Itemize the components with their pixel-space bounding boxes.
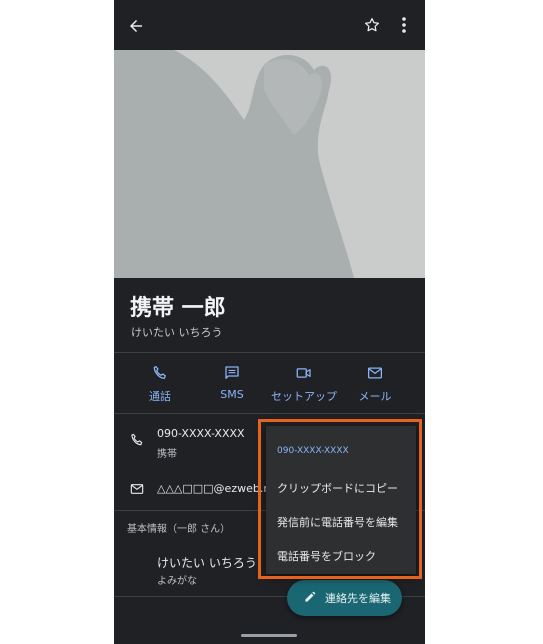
top-app-bar xyxy=(114,0,425,50)
call-action-label: 通話 xyxy=(149,390,171,403)
call-action-button[interactable]: 通話 xyxy=(120,364,200,404)
mail-icon xyxy=(126,478,148,500)
basic-info-label: よみがな xyxy=(157,576,197,587)
menu-item-number[interactable]: 090-XXXX-XXXX xyxy=(277,446,349,456)
phone-icon xyxy=(126,429,148,451)
divider xyxy=(114,413,425,414)
star-icon[interactable] xyxy=(358,11,386,39)
sms-action-label: SMS xyxy=(220,388,244,401)
contact-detail-screen: 携帯 一郎 けいたい いちろう 通話 SMS セットアップ メール 090-XX… xyxy=(114,0,425,644)
video-icon xyxy=(264,364,344,382)
context-menu: 090-XXXX-XXXX クリップボードにコピー 発信前に電話番号を編集 電話… xyxy=(266,426,416,574)
edit-contact-label: 連絡先を編集 xyxy=(325,592,391,605)
menu-item-copy[interactable]: クリップボードにコピー xyxy=(277,480,398,496)
sms-action-button[interactable]: SMS xyxy=(192,364,272,401)
edit-contact-button[interactable]: 連絡先を編集 xyxy=(287,580,402,616)
back-arrow-icon[interactable] xyxy=(122,12,150,40)
contact-photo xyxy=(114,50,425,278)
phone-number[interactable]: 090-XXXX-XXXX xyxy=(157,427,245,440)
home-indicator[interactable] xyxy=(241,634,297,637)
contact-reading: けいたい いちろう xyxy=(131,326,223,339)
mail-action-button[interactable]: メール xyxy=(335,364,415,404)
pencil-icon xyxy=(287,590,325,607)
basic-info-value: けいたい いちろう xyxy=(157,556,257,570)
menu-item-block-number[interactable]: 電話番号をブロック xyxy=(277,548,376,564)
message-icon xyxy=(192,364,272,382)
phone-type: 携帯 xyxy=(157,449,177,460)
email-address[interactable]: △△△□□□@ezweb.ne xyxy=(157,482,277,495)
divider xyxy=(114,352,425,353)
quick-actions: 通話 SMS セットアップ メール xyxy=(114,364,425,408)
basic-info-title: 基本情報（一郎 さん） xyxy=(127,524,231,535)
setup-action-label: セットアップ xyxy=(271,390,337,403)
mail-icon xyxy=(335,364,415,382)
phone-icon xyxy=(120,364,200,382)
setup-action-button[interactable]: セットアップ xyxy=(264,364,344,404)
menu-item-edit-before-call[interactable]: 発信前に電話番号を編集 xyxy=(277,514,398,530)
mail-action-label: メール xyxy=(358,390,392,403)
more-vert-icon[interactable] xyxy=(394,11,414,39)
contact-name: 携帯 一郎 xyxy=(130,296,226,321)
